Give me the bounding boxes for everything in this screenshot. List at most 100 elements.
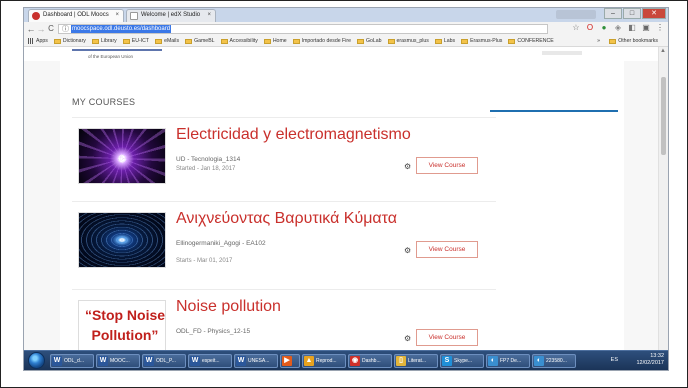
- bookmark-folder[interactable]: Accessibility: [220, 38, 258, 44]
- taskbar-item-label: Dashb...: [362, 358, 381, 364]
- reload-button[interactable]: C: [46, 23, 56, 35]
- taskbar-item[interactable]: S Skype...: [440, 354, 484, 368]
- taskbar-app-icon: ▯: [396, 356, 406, 366]
- course-thumbnail-plasma-ball[interactable]: [78, 128, 166, 184]
- view-course-button[interactable]: View Course: [416, 329, 478, 346]
- minimize-button[interactable]: –: [604, 8, 622, 19]
- close-window-button[interactable]: ✕: [642, 8, 666, 19]
- shield-icon[interactable]: ◈: [614, 24, 622, 32]
- profile-chip[interactable]: [556, 10, 596, 19]
- course-title[interactable]: Electricidad y electromagnetismo: [176, 126, 411, 144]
- bookmark-folder[interactable]: GameBL: [185, 38, 215, 44]
- course-title[interactable]: Noise pollution: [176, 298, 281, 316]
- bookmark-folder[interactable]: Labs: [434, 38, 455, 44]
- bookmark-folder[interactable]: Erasmus-Plus: [461, 38, 502, 44]
- taskbar-item[interactable]: W MOOC...: [96, 354, 140, 368]
- scrollbar-thumb[interactable]: [661, 77, 666, 155]
- tab-label: Dashboard | ODL Moocs: [43, 12, 109, 18]
- bookmark-folder[interactable]: erasmus_plus: [387, 38, 429, 44]
- start-button-icon[interactable]: [28, 352, 45, 369]
- taskbar-item-label: MOOC...: [110, 358, 130, 364]
- thumbnail-text: Pollution”: [91, 327, 159, 343]
- opera-icon[interactable]: O: [586, 24, 594, 32]
- clock-time: 13:32: [650, 353, 664, 359]
- star-icon[interactable]: ☆: [572, 24, 580, 32]
- bookmark-label: Apps: [36, 38, 48, 44]
- taskbar-item[interactable]: ▲ Reprod...: [302, 354, 346, 368]
- folder-icon: [122, 38, 130, 44]
- bookmark-label: GameBL: [194, 38, 215, 44]
- address-bar[interactable]: ⓘ moocspace.odl.deusto.es/dashboard: [58, 24, 548, 34]
- course-thumbnail-stop-noise[interactable]: “Stop Noise Pollution”: [78, 300, 166, 352]
- bookmark-label: eMails: [164, 38, 180, 44]
- chrome-ext-icon[interactable]: ●: [600, 24, 608, 32]
- course-title[interactable]: Ανιχνεύοντας Βαρυτικά Κύματα: [176, 210, 397, 228]
- bookmark-folder[interactable]: EU-ICT: [122, 38, 149, 44]
- view-course-button[interactable]: View Course: [416, 157, 478, 174]
- taskbar-item[interactable]: ◐ 223580...: [532, 354, 576, 368]
- course-card: “Stop Noise Pollution” Noise pollution O…: [72, 289, 496, 352]
- bookmark-folder[interactable]: Library: [91, 38, 117, 44]
- course-card: Ανιχνεύοντας Βαρυτικά Κύματα Ellinogerma…: [72, 201, 496, 283]
- taskbar-app-icon: ◐: [488, 356, 498, 366]
- clock-date: 12/02/2017: [636, 360, 664, 366]
- taskbar-app-icon: ▲: [304, 356, 314, 366]
- bookmark-folder[interactable]: CONFERENCE: [508, 38, 554, 44]
- other-bookmarks[interactable]: Other bookmarks: [609, 38, 658, 44]
- tab-dashboard[interactable]: Dashboard | ODL Moocs ×: [28, 9, 124, 22]
- page-scrollbar[interactable]: ▲: [658, 47, 668, 352]
- eu-banner-text: of the European Union: [88, 54, 134, 59]
- bookmark-label: Home: [272, 38, 287, 44]
- site-info-icon[interactable]: ⓘ: [62, 24, 69, 34]
- bookmark-folder[interactable]: Importado desde Fire: [292, 38, 351, 44]
- extension-icon[interactable]: ◧: [628, 24, 636, 32]
- back-button[interactable]: ←: [26, 23, 36, 35]
- folder-icon: [434, 38, 442, 44]
- screenshot-frame: Dashboard | ODL Moocs × Welcome | edX St…: [0, 0, 688, 388]
- bookmark-label: erasmus_plus: [396, 38, 429, 44]
- course-settings-gear-icon[interactable]: ⚙: [404, 246, 411, 255]
- scroll-up-icon[interactable]: ▲: [660, 48, 666, 54]
- tab-close-icon[interactable]: ×: [115, 10, 119, 21]
- taskbar-item[interactable]: ▶: [280, 354, 300, 368]
- folder-icon: [155, 38, 163, 44]
- tab-favicon-icon: [32, 12, 40, 20]
- taskbar-item[interactable]: ◉ Dashb...: [348, 354, 392, 368]
- folder-icon: [263, 38, 271, 44]
- taskbar-item[interactable]: ▯ Literat...: [394, 354, 438, 368]
- taskbar-item[interactable]: ◐ FP7 De...: [486, 354, 530, 368]
- maximize-button[interactable]: □: [623, 8, 641, 19]
- bookmark-folder[interactable]: Dictionary: [53, 38, 86, 44]
- apps-grid-icon: [28, 38, 34, 44]
- folder-icon: [53, 38, 61, 44]
- course-date: Starts - Mar 01, 2017: [176, 258, 233, 264]
- bookmark-folder[interactable]: eMails: [155, 38, 179, 44]
- taskbar-item[interactable]: W ODL_d...: [50, 354, 94, 368]
- taskbar-app-icon: S: [442, 356, 452, 366]
- tab-close-icon[interactable]: ×: [207, 10, 211, 21]
- bookmarks-more-button[interactable]: »: [597, 38, 600, 44]
- system-clock[interactable]: 13:32 12/02/2017: [636, 353, 664, 368]
- course-settings-gear-icon[interactable]: ⚙: [404, 334, 411, 343]
- bookmark-folder[interactable]: Home: [263, 38, 287, 44]
- course-org: UD - Tecnologia_1314: [176, 156, 241, 163]
- taskbar-item[interactable]: Wespeit...: [188, 354, 232, 368]
- bookmark-folder[interactable]: GoLab: [356, 38, 382, 44]
- cast-icon[interactable]: ▣: [642, 24, 650, 32]
- language-indicator[interactable]: ES: [611, 357, 618, 363]
- view-course-button[interactable]: View Course: [416, 241, 478, 258]
- bookmark-label: Erasmus-Plus: [470, 38, 503, 44]
- address-url[interactable]: moocspace.odl.deusto.es/dashboard: [71, 25, 172, 33]
- tab-favicon-icon: [130, 12, 138, 20]
- menu-icon[interactable]: ⋮: [656, 24, 664, 32]
- course-thumbnail-gravitational-waves[interactable]: [78, 212, 166, 268]
- tab-edx-studio[interactable]: Welcome | edX Studio ×: [126, 9, 216, 22]
- taskbar-item-label: espeit...: [202, 358, 220, 364]
- taskbar-item-label: UNESA...: [248, 358, 270, 364]
- course-settings-gear-icon[interactable]: ⚙: [404, 162, 411, 171]
- taskbar-item[interactable]: W ODL_P...: [142, 354, 186, 368]
- page-viewport: of the European Union MY COURSES Electri…: [24, 47, 660, 352]
- forward-button[interactable]: →: [36, 23, 46, 35]
- bookmark-apps[interactable]: Apps: [28, 38, 48, 44]
- taskbar-item[interactable]: W UNESA...: [234, 354, 278, 368]
